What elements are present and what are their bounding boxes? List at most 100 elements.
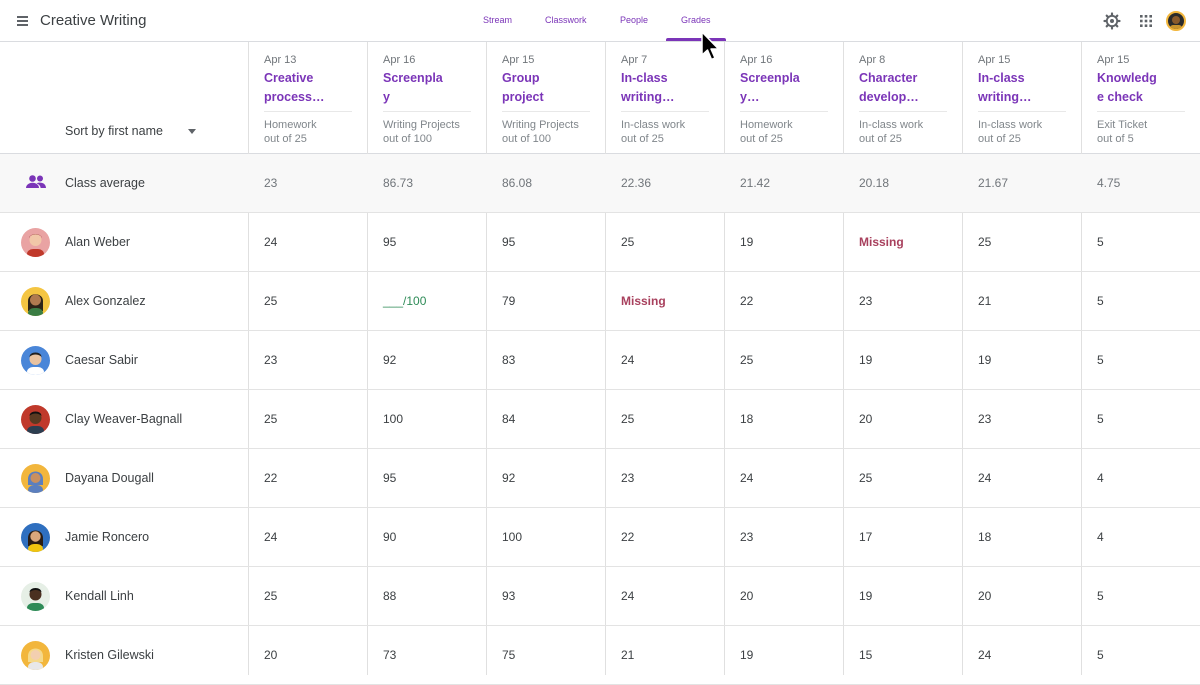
tab-people[interactable]: People [620,15,648,25]
grade-cell[interactable]: 24 [621,589,634,603]
grade-cell[interactable]: 19 [740,648,753,662]
assignment-title[interactable]: Screenpla y [383,69,491,107]
grade-cell[interactable]: 5 [1097,353,1104,367]
grade-cell[interactable]: 22 [740,294,753,308]
grade-cell[interactable]: 23 [978,412,991,426]
grade-cell[interactable]: 95 [502,235,515,249]
grade-cell[interactable]: 15 [859,648,872,662]
grade-cell[interactable]: 25 [859,471,872,485]
grade-cell[interactable]: 75 [502,648,515,662]
grade-cell-missing[interactable]: Missing [621,294,666,308]
grade-cell[interactable]: 18 [978,530,991,544]
tab-stream[interactable]: Stream [483,15,512,25]
grade-cell[interactable]: 25 [740,353,753,367]
assignment-header[interactable]: Apr 15 Group project Writing Projects out… [502,54,610,146]
student-name[interactable]: Kendall Linh [65,589,134,603]
grade-cell[interactable]: 20 [978,589,991,603]
grade-cell[interactable]: 95 [383,235,396,249]
class-title[interactable]: Creative Writing [40,12,146,29]
grade-cell[interactable]: 79 [502,294,515,308]
student-name[interactable]: Caesar Sabir [65,353,138,367]
grade-cell-draft[interactable]: ___/100 [383,294,426,308]
grade-cell[interactable]: 100 [502,530,522,544]
assignment-title[interactable]: Group project [502,69,610,107]
assignment-title[interactable]: Screenpla y… [740,69,848,107]
student-avatar[interactable] [21,523,50,552]
assignment-header[interactable]: Apr 13 Creative process… Homework out of … [264,54,372,146]
grade-cell[interactable]: 19 [740,235,753,249]
assignment-title[interactable]: Character develop… [859,69,967,107]
grade-cell[interactable]: 4 [1097,530,1104,544]
grade-cell[interactable]: 5 [1097,235,1104,249]
tab-classwork[interactable]: Classwork [545,15,587,25]
grade-cell[interactable]: 4 [1097,471,1104,485]
student-name[interactable]: Kristen Gilewski [65,648,154,662]
assignment-header[interactable]: Apr 8 Character develop… In-class work ou… [859,54,967,146]
grade-cell[interactable]: 5 [1097,648,1104,662]
grade-cell[interactable]: 90 [383,530,396,544]
assignment-title[interactable]: In-class writing… [621,69,729,107]
sort-dropdown[interactable]: Sort by first name [65,124,163,138]
grade-cell[interactable]: 25 [621,412,634,426]
grade-cell[interactable]: 24 [264,235,277,249]
grade-cell[interactable]: 20 [859,412,872,426]
grade-cell[interactable]: 93 [502,589,515,603]
student-avatar[interactable] [21,287,50,316]
grade-cell[interactable]: 19 [978,353,991,367]
student-avatar[interactable] [21,641,50,670]
grade-cell[interactable]: 92 [383,353,396,367]
grade-cell[interactable]: 92 [502,471,515,485]
grade-cell[interactable]: 25 [264,589,277,603]
grade-cell[interactable]: 23 [859,294,872,308]
grade-cell[interactable]: 19 [859,353,872,367]
assignment-header[interactable]: Apr 15 Knowledg e check Exit Ticket out o… [1097,54,1200,146]
apps-grid-icon[interactable] [1136,11,1156,31]
grade-cell[interactable]: 22 [264,471,277,485]
student-avatar[interactable] [21,582,50,611]
hamburger-menu-icon[interactable] [14,12,32,30]
assignment-header[interactable]: Apr 15 In-class writing… In-class work ou… [978,54,1086,146]
grade-cell[interactable]: 88 [383,589,396,603]
grade-cell[interactable]: 25 [978,235,991,249]
grade-cell[interactable]: 19 [859,589,872,603]
student-name[interactable]: Alan Weber [65,235,130,249]
grade-cell[interactable]: 5 [1097,294,1104,308]
student-name[interactable]: Alex Gonzalez [65,294,146,308]
grade-cell[interactable]: 23 [621,471,634,485]
assignment-title[interactable]: In-class writing… [978,69,1086,107]
grade-cell[interactable]: 83 [502,353,515,367]
student-avatar[interactable] [21,464,50,493]
grade-cell[interactable]: 25 [264,412,277,426]
grade-cell[interactable]: 22 [621,530,634,544]
grade-cell[interactable]: 17 [859,530,872,544]
student-name[interactable]: Clay Weaver-Bagnall [65,412,182,426]
grade-cell[interactable]: 20 [740,589,753,603]
grade-cell[interactable]: 84 [502,412,515,426]
grade-cell[interactable]: 18 [740,412,753,426]
grade-cell[interactable]: 24 [978,471,991,485]
grade-cell[interactable]: 100 [383,412,403,426]
grade-cell[interactable]: 23 [740,530,753,544]
account-avatar[interactable] [1166,11,1186,31]
grade-cell[interactable]: 25 [621,235,634,249]
assignment-title[interactable]: Creative process… [264,69,372,107]
student-name[interactable]: Dayana Dougall [65,471,154,485]
chevron-down-icon[interactable] [188,129,196,134]
assignment-header[interactable]: Apr 16 Screenpla y… Homework out of 25 [740,54,848,146]
assignment-header[interactable]: Apr 7 In-class writing… In-class work out… [621,54,729,146]
student-name[interactable]: Jamie Roncero [65,530,149,544]
grade-cell[interactable]: 23 [264,353,277,367]
grade-cell[interactable]: 73 [383,648,396,662]
grade-cell[interactable]: 21 [978,294,991,308]
grade-cell[interactable]: 5 [1097,589,1104,603]
grade-cell[interactable]: 21 [621,648,634,662]
tab-grades[interactable]: Grades [681,15,711,25]
gear-icon[interactable] [1102,11,1122,31]
grade-cell-missing[interactable]: Missing [859,235,904,249]
assignment-header[interactable]: Apr 16 Screenpla y Writing Projects out o… [383,54,491,146]
assignment-title[interactable]: Knowledg e check [1097,69,1200,107]
grade-cell[interactable]: 95 [383,471,396,485]
grade-cell[interactable]: 24 [621,353,634,367]
student-avatar[interactable] [21,228,50,257]
grade-cell[interactable]: 5 [1097,412,1104,426]
